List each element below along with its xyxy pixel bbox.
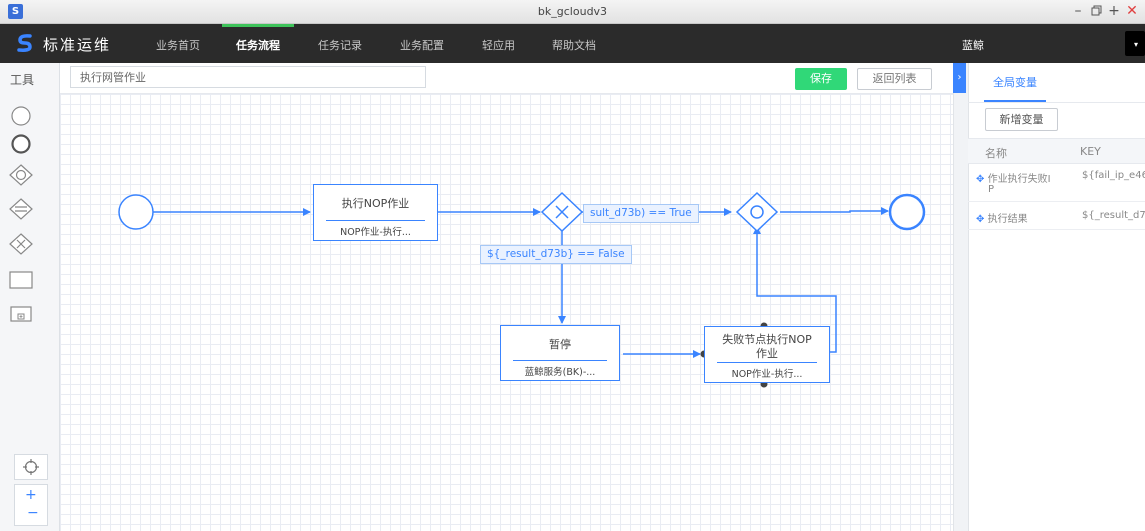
variable-name: 执行结果 — [987, 214, 1028, 225]
tab-divider — [968, 102, 1145, 103]
table-row[interactable]: ✥ 执行结果 ${_result_d7 — [968, 202, 1145, 230]
back-to-list-button[interactable]: 返回列表 — [857, 68, 932, 90]
start-event-tool-icon[interactable] — [8, 105, 34, 127]
zoom-out-icon[interactable]: − — [27, 505, 39, 521]
panel-splitter[interactable] — [953, 63, 968, 531]
column-header-name: 名称 — [985, 147, 1007, 160]
nav-item-help[interactable]: 帮助文档 — [552, 37, 596, 53]
variables-panel — [968, 63, 1145, 531]
variable-name-cell: ✥ 作业执行失败I — [976, 170, 1051, 185]
task-node-tool-icon[interactable] — [8, 269, 34, 291]
close-icon[interactable]: ✕ — [1125, 3, 1139, 19]
window-titlebar: S bk_gcloudv3 – + ✕ — [0, 0, 1145, 24]
variable-key: ${_result_d7 — [1082, 210, 1145, 221]
variables-table: 名称 KEY ✥ 作业执行失败I P ${fail_ip_e46 ✥ 执行结果 … — [968, 138, 1145, 230]
table-header: 名称 KEY — [968, 138, 1145, 164]
failed-node-title-line2: 作业 — [756, 347, 778, 360]
active-nav-indicator — [222, 24, 294, 27]
branch-gateway[interactable] — [540, 191, 584, 233]
brand-name: 标准运维 — [43, 36, 112, 54]
window-title: bk_gcloudv3 — [537, 5, 608, 18]
condition-label-false[interactable]: ${_result_d73b} == False — [480, 245, 632, 264]
variable-name-wrap: P — [988, 184, 995, 195]
pause-node-subtitle: 蓝鲸服务(BK)-... — [524, 367, 596, 378]
branch-gateway-tool-icon[interactable] — [8, 232, 34, 256]
column-header-key: KEY — [1080, 145, 1101, 158]
task-node-subtitle: NOP作业-执行... — [340, 227, 411, 238]
tab-global-variables[interactable]: 全局变量 — [984, 70, 1046, 102]
parallel-gateway-tool-icon[interactable] — [8, 197, 34, 221]
end-event[interactable] — [888, 193, 926, 231]
user-name[interactable]: 蓝鲸 — [962, 37, 984, 53]
end-event-tool-icon[interactable] — [8, 133, 34, 155]
flow-edges — [118, 191, 926, 388]
start-event[interactable] — [118, 194, 154, 230]
table-row[interactable]: ✥ 作业执行失败I P ${fail_ip_e46 — [968, 164, 1145, 202]
condition-label-true[interactable]: sult_d73b) == True — [583, 204, 699, 223]
task-node-nop-job[interactable]: 执行NOP作业 NOP作业-执行... — [313, 184, 438, 241]
nav-item-flow[interactable]: 任务流程 — [236, 37, 280, 53]
flow-canvas[interactable]: 执行NOP作业 NOP作业-执行... 暂停 蓝鲸服务(BK)-... 失败节点… — [60, 94, 953, 531]
task-node-pause[interactable]: 暂停 蓝鲸服务(BK)-... — [500, 325, 620, 381]
top-navbar: 标准运维 业务首页 任务流程 任务记录 业务配置 轻应用 帮助文档 蓝鲸 ▾ — [0, 24, 1145, 63]
pause-node-divider — [513, 360, 607, 361]
drag-handle-icon[interactable]: ✥ — [976, 214, 984, 225]
chevron-right-icon[interactable]: › — [953, 63, 966, 93]
nav-item-home[interactable]: 业务首页 — [156, 37, 200, 53]
task-node-failed-nop-job[interactable]: 失败节点执行NOP 作业 NOP作业-执行... — [704, 326, 830, 383]
subprocess-tool-icon[interactable] — [8, 303, 34, 325]
failed-node-subtitle: NOP作业-执行... — [731, 369, 803, 380]
minimize-icon[interactable]: – — [1071, 3, 1085, 19]
toolbox-label: 工具 — [10, 73, 35, 87]
locate-button[interactable] — [14, 454, 48, 480]
variable-name: 作业执行失败I — [987, 174, 1051, 185]
crosshair-icon — [23, 459, 39, 475]
restore-icon[interactable] — [1089, 3, 1103, 20]
failed-node-divider — [717, 362, 817, 363]
maximize-icon[interactable]: + — [1107, 3, 1121, 19]
nav-item-records[interactable]: 任务记录 — [318, 37, 362, 53]
pause-node-title: 暂停 — [549, 338, 571, 351]
nav-item-light-app[interactable]: 轻应用 — [482, 37, 515, 53]
nav-item-config[interactable]: 业务配置 — [400, 37, 444, 53]
variable-name-cell: ✥ 执行结果 — [976, 210, 1028, 225]
flow-name-input[interactable] — [70, 66, 426, 88]
task-node-divider — [326, 220, 425, 221]
drag-handle-icon[interactable]: ✥ — [976, 174, 984, 185]
zoom-control: + − — [14, 484, 48, 526]
converge-gateway[interactable] — [735, 191, 779, 233]
brand-logo-icon — [17, 34, 32, 52]
add-variable-button[interactable]: 新增变量 — [985, 108, 1058, 131]
task-node-title: 执行NOP作业 — [341, 197, 410, 210]
converge-gateway-tool-icon[interactable] — [8, 163, 34, 187]
variable-key: ${fail_ip_e46 — [1082, 170, 1145, 181]
chevron-down-icon: ▾ — [1134, 40, 1139, 49]
zoom-in-icon[interactable]: + — [25, 487, 37, 503]
save-button[interactable]: 保存 — [795, 68, 847, 90]
